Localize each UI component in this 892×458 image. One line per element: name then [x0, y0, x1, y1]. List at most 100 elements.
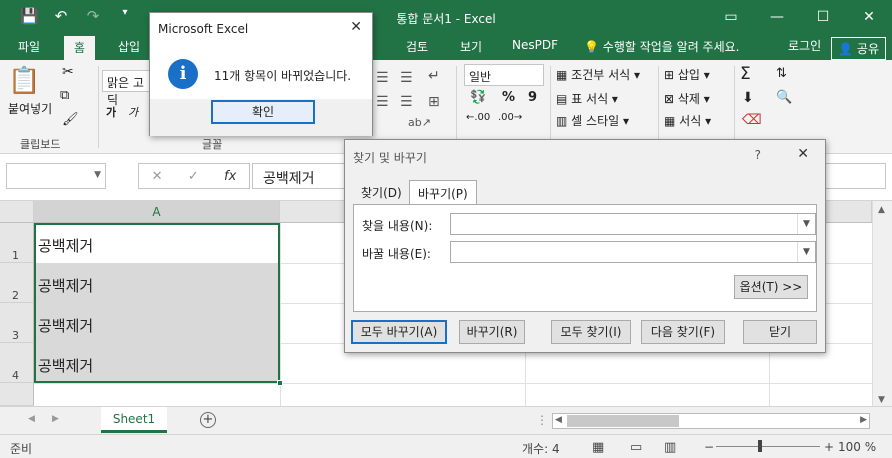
decrease-decimal-icon[interactable]: .00→: [498, 112, 522, 123]
tab-view[interactable]: 보기: [460, 38, 482, 55]
row-header-1[interactable]: 1: [0, 223, 34, 263]
currency-icon[interactable]: 💱: [470, 90, 486, 105]
close-window-button[interactable]: ✕: [846, 0, 892, 34]
page-layout-icon[interactable]: ▭: [630, 440, 642, 455]
chevron-down-icon[interactable]: ▼: [94, 170, 101, 180]
close-icon[interactable]: ✕: [797, 146, 809, 162]
row-header-3[interactable]: 3: [0, 303, 34, 343]
help-icon[interactable]: ?: [755, 148, 761, 162]
percent-button[interactable]: %: [502, 90, 515, 105]
format-painter-icon[interactable]: 🖌: [62, 112, 79, 127]
tab-split-icon[interactable]: ⋮: [536, 413, 548, 427]
find-all-button[interactable]: 모두 찾기(I): [551, 320, 631, 344]
select-all-corner[interactable]: [0, 201, 34, 223]
insert-cells-button[interactable]: ⊞ 삽입 ▾: [664, 66, 710, 83]
copy-icon[interactable]: ⧉: [60, 88, 69, 103]
clear-icon[interactable]: ⌫: [742, 112, 762, 128]
sign-in-link[interactable]: 로그인: [788, 37, 821, 60]
add-sheet-button[interactable]: +: [200, 412, 216, 428]
zoom-slider[interactable]: [716, 446, 820, 447]
chevron-down-icon[interactable]: ▼: [797, 242, 815, 262]
zoom-level[interactable]: 100 %: [838, 440, 876, 454]
tab-find[interactable]: 찾기(D): [353, 180, 410, 204]
ok-button[interactable]: 확인: [211, 100, 315, 124]
zoom-out-button[interactable]: −: [704, 440, 714, 454]
close-icon[interactable]: ✕: [350, 19, 362, 35]
normal-view-icon[interactable]: ▦: [592, 440, 604, 455]
scroll-right-icon[interactable]: ▶: [860, 415, 867, 425]
horizontal-scrollbar[interactable]: ◀ ▶: [552, 413, 870, 429]
formula-buttons: ✕ ✓ fx: [138, 163, 250, 189]
find-select-icon[interactable]: 🔍: [776, 90, 792, 105]
paste-icon[interactable]: 📋: [8, 66, 40, 96]
name-box[interactable]: ▼: [6, 163, 106, 189]
autosum-button[interactable]: Σ: [740, 64, 751, 84]
row-header-4[interactable]: 4: [0, 343, 34, 383]
comma-button[interactable]: 9: [528, 90, 537, 105]
format-as-table-button[interactable]: ▤ 표 서식 ▾: [556, 90, 618, 107]
status-count: 개수: 4: [522, 442, 560, 456]
find-label: 찾을 내용(N):: [362, 219, 433, 233]
align-icon[interactable]: ☰: [400, 94, 413, 110]
ribbon-options-icon[interactable]: ▭: [708, 0, 754, 34]
sort-filter-icon[interactable]: ⇅: [776, 66, 787, 81]
scroll-left-icon[interactable]: ◀: [555, 415, 562, 425]
align-icon[interactable]: ☰: [376, 70, 389, 86]
merge-icon[interactable]: ⊞: [428, 94, 440, 110]
insert-function-icon[interactable]: fx: [224, 169, 236, 184]
replace-with-input[interactable]: ▼: [450, 241, 816, 263]
align-icon[interactable]: ☰: [400, 70, 413, 86]
next-sheet-icon[interactable]: ▶: [52, 414, 59, 424]
font-name-combo[interactable]: 맑은 고딕: [102, 70, 152, 107]
increase-decimal-icon[interactable]: ←.00: [466, 112, 490, 123]
share-button[interactable]: 👤 공유: [831, 37, 886, 60]
scroll-thumb[interactable]: [567, 415, 679, 427]
enter-icon[interactable]: ✓: [188, 169, 199, 184]
replace-button[interactable]: 바꾸기(R): [459, 320, 525, 344]
cancel-icon[interactable]: ✕: [152, 169, 163, 184]
bold-button[interactable]: 가: [106, 104, 116, 120]
tab-file[interactable]: 파일: [18, 38, 40, 55]
tab-home[interactable]: 홈: [64, 36, 96, 60]
orientation-icon[interactable]: ab↗: [408, 116, 431, 129]
tab-nespdf[interactable]: NesPDF: [512, 38, 558, 52]
format-cells-button[interactable]: ▦ 서식 ▾: [664, 112, 711, 129]
replace-label: 바꿀 내용(E):: [362, 247, 431, 261]
align-icon[interactable]: ☰: [376, 94, 389, 110]
cell-styles-button[interactable]: ▥ 셀 스타일 ▾: [556, 112, 629, 129]
tab-review[interactable]: 검토: [406, 38, 428, 55]
format-cells-icon: ▦: [664, 114, 676, 128]
ribbon-tabs: 파일 홈 삽입 검토 보기 NesPDF 💡 수행할 작업을 알려 주세요. 로…: [0, 34, 892, 60]
conditional-format-button[interactable]: ▦ 조건부 서식 ▾: [556, 66, 640, 83]
row-header[interactable]: [0, 383, 34, 406]
fill-icon[interactable]: ⬇: [742, 90, 754, 106]
tell-me-box[interactable]: 💡 수행할 작업을 알려 주세요.: [584, 38, 739, 55]
wrap-text-icon[interactable]: ↵: [428, 68, 440, 84]
options-button[interactable]: 옵션(T) >>: [734, 275, 808, 299]
replace-all-button[interactable]: 모두 바꾸기(A): [351, 320, 447, 344]
page-break-icon[interactable]: ▥: [664, 440, 676, 455]
paste-button[interactable]: 붙여넣기: [8, 100, 52, 117]
delete-cells-button[interactable]: ⊠ 삭제 ▾: [664, 90, 710, 107]
restore-button[interactable]: ☐: [800, 0, 846, 34]
fill-handle[interactable]: [277, 380, 283, 386]
sheet-tab-sheet1[interactable]: Sheet1: [101, 407, 167, 433]
column-header-a[interactable]: A: [34, 201, 280, 223]
row-header-2[interactable]: 2: [0, 263, 34, 303]
tab-insert[interactable]: 삽입: [118, 38, 140, 55]
tab-replace[interactable]: 바꾸기(P): [409, 180, 477, 205]
cut-icon[interactable]: ✂: [62, 64, 74, 80]
find-what-input[interactable]: ▼: [450, 213, 816, 235]
italic-button[interactable]: 가: [128, 104, 138, 120]
scroll-up-icon[interactable]: ▲: [878, 205, 885, 215]
minimize-button[interactable]: —: [754, 0, 800, 34]
close-button[interactable]: 닫기: [743, 320, 817, 344]
zoom-in-button[interactable]: +: [824, 440, 834, 454]
number-format-combo[interactable]: 일반: [464, 64, 544, 86]
find-next-button[interactable]: 다음 찾기(F): [641, 320, 725, 344]
zoom-slider-thumb[interactable]: [758, 440, 762, 452]
prev-sheet-icon[interactable]: ◀: [28, 414, 35, 424]
scroll-down-icon[interactable]: ▼: [878, 395, 885, 405]
vertical-scrollbar[interactable]: ▲ ▼: [872, 201, 892, 406]
chevron-down-icon[interactable]: ▼: [797, 214, 815, 234]
